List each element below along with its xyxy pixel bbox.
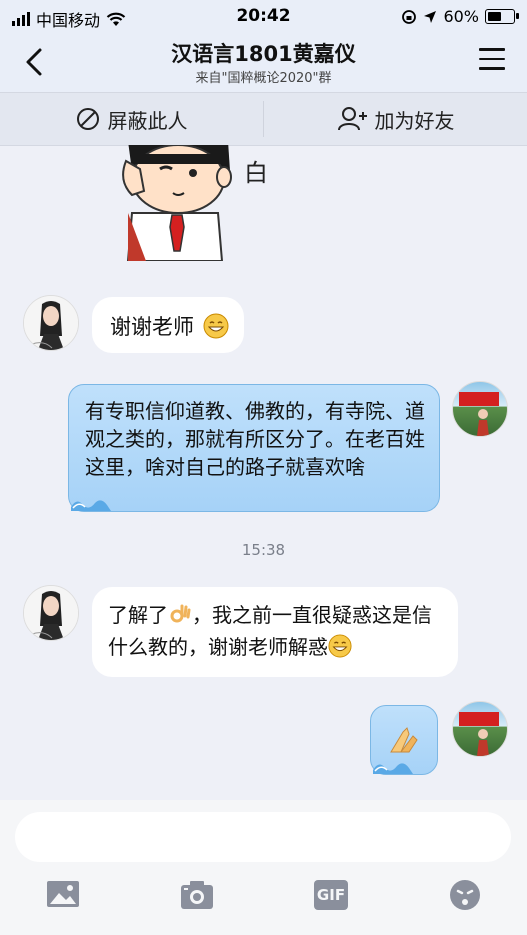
status-bar: 中国移动 20:42 60% (0, 0, 527, 34)
ok-hand-emoji-icon (170, 604, 191, 623)
block-label: 屏蔽此人 (107, 108, 188, 133)
cartoon-sticker[interactable]: 白 (118, 145, 278, 261)
message-text-1: 谢谢老师 (110, 315, 194, 339)
message-bubble-3[interactable]: 了解了 ，我之前一直很疑惑这是信什么教的，谢谢老师解惑 (92, 587, 458, 677)
timestamp: 15:38 (241, 541, 286, 559)
avatar-teacher-drawing (24, 296, 78, 350)
chat-title: 汉语言1801黄嘉仪 (171, 42, 356, 66)
battery-icon (485, 9, 519, 24)
avatar-me[interactable] (452, 381, 508, 437)
add-friend-label: 加为好友 (374, 108, 455, 133)
message-bubble-4[interactable] (370, 705, 438, 775)
avatar-me-drawing (459, 392, 499, 436)
status-right: 60% (401, 7, 519, 26)
add-friend-button[interactable]: 加为好友 (264, 93, 527, 145)
battery-fill (488, 12, 501, 21)
avatar-teacher[interactable] (23, 295, 79, 351)
chat-subtitle: 来自"国粹概论2020"群 (195, 71, 332, 86)
grinning-emoji-icon (203, 313, 229, 339)
message-bubble-1[interactable]: 谢谢老师 (92, 297, 244, 353)
message-input[interactable] (15, 812, 511, 862)
grinning-emoji-icon-2 (328, 634, 352, 658)
image-icon[interactable] (46, 878, 80, 912)
input-bar: GIF (0, 800, 527, 935)
praying-hands-emoji-icon (390, 727, 418, 753)
message-text-3: 了解了 ，我之前一直很疑惑这是信什么教的，谢谢老师解惑 (108, 599, 448, 663)
avatar-me-drawing-2 (459, 712, 499, 756)
message-bubble-2[interactable]: 有专职信仰道教、佛教的，有寺院、道观之类的，那就有所区分了。在老百姓这里，啥对自… (68, 384, 440, 512)
add-friend-icon (337, 107, 367, 131)
input-toolbar: GIF (0, 878, 527, 918)
chat-header: 汉语言1801黄嘉仪 来自"国粹概论2020"群 (0, 34, 527, 92)
avatar-teacher-2[interactable] (23, 585, 79, 641)
menu-icon[interactable] (479, 48, 505, 70)
action-bar: 屏蔽此人 加为好友 (0, 92, 527, 146)
block-user-button[interactable]: 屏蔽此人 (0, 93, 263, 145)
avatar-teacher-drawing-2 (24, 586, 78, 640)
wave-decoration (71, 500, 111, 511)
camera-icon[interactable] (180, 878, 214, 912)
rotation-lock-icon (402, 9, 417, 24)
message-text-3a: 了解了 (108, 603, 168, 627)
sticker-text: 白 (244, 159, 268, 187)
block-icon (76, 108, 99, 130)
location-icon (424, 10, 437, 23)
emoji-icon[interactable] (448, 878, 482, 912)
wave-decoration-2 (373, 763, 413, 774)
chat-area: 白 谢谢老师 有专职信仰道教、佛教的，有寺院、道观之类的，那就有所区分了。在老百… (0, 145, 527, 800)
gif-button[interactable]: GIF (314, 880, 348, 910)
battery-percent: 60% (443, 7, 479, 26)
message-text-2: 有专职信仰道教、佛教的，有寺院、道观之类的，那就有所区分了。在老百姓这里，啥对自… (85, 399, 425, 479)
avatar-me-2[interactable] (452, 701, 508, 757)
